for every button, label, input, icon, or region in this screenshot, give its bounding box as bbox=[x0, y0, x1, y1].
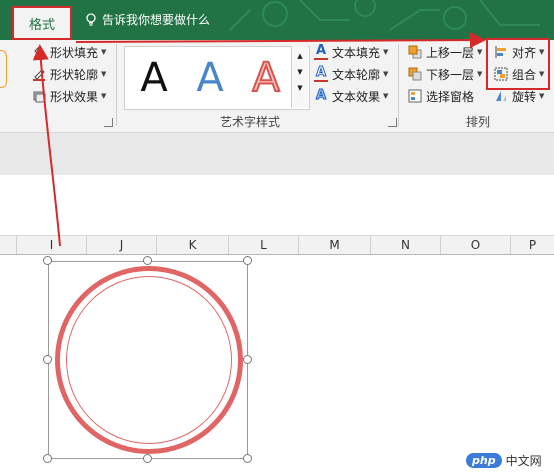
align-group-highlight bbox=[486, 38, 550, 90]
ribbon-separator bbox=[116, 44, 117, 126]
selection-pane-button[interactable]: 选择窗格 bbox=[408, 86, 474, 106]
bring-forward-label: 上移一层 bbox=[426, 45, 475, 60]
formula-area bbox=[0, 175, 554, 236]
gallery-scroll[interactable]: ▲ ▼ ▼ bbox=[291, 46, 308, 108]
resize-handle-bottom[interactable] bbox=[143, 454, 152, 463]
chevron-down-icon: ▼ bbox=[477, 70, 483, 78]
wordart-group-label: 艺术字样式 bbox=[220, 115, 281, 129]
text-fill-button[interactable]: A 文本填充 ▼ bbox=[314, 42, 388, 62]
chevron-down-icon: ▼ bbox=[383, 92, 389, 100]
ribbon-separator bbox=[398, 44, 399, 126]
column-header-p[interactable]: P bbox=[510, 236, 554, 254]
tell-me-placeholder: 告诉我你想要做什么 bbox=[102, 13, 211, 27]
circle-shape-inner[interactable] bbox=[66, 276, 232, 444]
title-bar: 格式 告诉我你想要做什么 bbox=[0, 0, 554, 40]
chevron-down-icon: ▼ bbox=[101, 48, 107, 56]
collapsed-area bbox=[0, 133, 554, 175]
text-fill-label: 文本填充 bbox=[332, 45, 381, 60]
column-header-l[interactable]: L bbox=[228, 236, 298, 254]
chevron-down-icon: ▼ bbox=[383, 70, 389, 78]
chevron-down-icon: ▼ bbox=[383, 48, 389, 56]
shape-fill-button[interactable]: 形状填充 ▼ bbox=[32, 42, 106, 62]
chevron-down-icon: ▼ bbox=[101, 92, 107, 100]
column-header-i[interactable]: I bbox=[16, 236, 86, 254]
shape-outline-button[interactable]: 形状轮廓 ▼ bbox=[32, 64, 106, 84]
resize-handle-bottom-right[interactable] bbox=[243, 454, 252, 463]
text-effects-button[interactable]: A 文本效果 ▼ bbox=[314, 86, 388, 106]
send-backward-button[interactable]: 下移一层 ▼ bbox=[408, 64, 482, 84]
shape-effects-button[interactable]: 形状效果 ▼ bbox=[32, 86, 106, 106]
watermark-text: 中文网 bbox=[505, 454, 542, 468]
shape-effects-label: 形状效果 bbox=[50, 89, 99, 104]
resize-handle-top-left[interactable] bbox=[43, 256, 52, 265]
column-header-j[interactable]: J bbox=[86, 236, 156, 254]
text-outline-icon: A bbox=[314, 65, 328, 82]
rotate-icon bbox=[496, 91, 506, 101]
shape-fill-label: 形状填充 bbox=[50, 45, 99, 60]
tab-format[interactable]: 格式 bbox=[12, 6, 72, 40]
text-fill-icon: A bbox=[314, 43, 328, 60]
paint-bucket-icon bbox=[34, 46, 44, 58]
column-header-n[interactable]: N bbox=[370, 236, 440, 254]
text-outline-label: 文本轮廓 bbox=[332, 67, 381, 82]
arrange-group-label: 排列 bbox=[466, 115, 491, 129]
ribbon: 形状填充 ▼ 形状轮廓 ▼ 形状效果 ▼ A A A ▲ ▼ ▼ A 文本填充 ▼ A … bbox=[0, 40, 554, 133]
chevron-down-icon: ▼ bbox=[101, 70, 107, 78]
lightbulb-icon bbox=[86, 12, 96, 26]
gallery-up-icon[interactable]: ▲ bbox=[292, 52, 308, 60]
shape-styles-launcher[interactable] bbox=[104, 118, 113, 127]
send-backward-label: 下移一层 bbox=[426, 67, 475, 82]
resize-handle-bottom-left[interactable] bbox=[43, 454, 52, 463]
shape-effects-icon bbox=[33, 91, 46, 103]
gallery-more-icon[interactable]: ▼ bbox=[292, 84, 308, 92]
shape-preset-edge[interactable] bbox=[0, 50, 7, 88]
text-effects-label: 文本效果 bbox=[332, 89, 381, 104]
resize-handle-right[interactable] bbox=[243, 355, 252, 364]
wordart-red-style[interactable]: A bbox=[241, 53, 291, 103]
rotate-label: 旋转 bbox=[512, 89, 537, 104]
resize-handle-left[interactable] bbox=[43, 355, 52, 364]
circuit-decoration bbox=[229, 0, 540, 31]
watermark: php 中文网 bbox=[466, 452, 542, 469]
column-header-k[interactable]: K bbox=[156, 236, 228, 254]
text-outline-button[interactable]: A 文本轮廓 ▼ bbox=[314, 64, 388, 84]
chevron-down-icon: ▼ bbox=[477, 48, 483, 56]
selection-pane-icon bbox=[408, 89, 422, 103]
wordart-launcher[interactable] bbox=[388, 118, 397, 127]
chevron-down-icon: ▼ bbox=[539, 92, 545, 100]
resize-handle-top-right[interactable] bbox=[243, 256, 252, 265]
gallery-down-icon[interactable]: ▼ bbox=[292, 68, 308, 76]
column-header-m[interactable]: M bbox=[298, 236, 370, 254]
selection-pane-label: 选择窗格 bbox=[426, 89, 475, 104]
column-header-o[interactable]: O bbox=[440, 236, 510, 254]
text-effects-icon: A bbox=[315, 88, 327, 103]
watermark-logo: php bbox=[466, 453, 502, 468]
wordart-gallery[interactable]: A A A ▲ ▼ ▼ bbox=[124, 46, 310, 110]
column-headers: I J K L M N O P bbox=[0, 236, 554, 255]
send-backward-icon bbox=[408, 67, 422, 81]
pencil-outline-icon bbox=[33, 69, 45, 81]
tell-me-search[interactable]: 告诉我你想要做什么 bbox=[86, 11, 210, 28]
bring-forward-icon bbox=[408, 45, 422, 59]
resize-handle-top[interactable] bbox=[143, 256, 152, 265]
wordart-black-style[interactable]: A bbox=[129, 53, 179, 103]
bring-forward-button[interactable]: 上移一层 ▼ bbox=[408, 42, 482, 62]
wordart-blue-style[interactable]: A bbox=[185, 53, 235, 103]
shape-outline-label: 形状轮廓 bbox=[50, 67, 99, 82]
